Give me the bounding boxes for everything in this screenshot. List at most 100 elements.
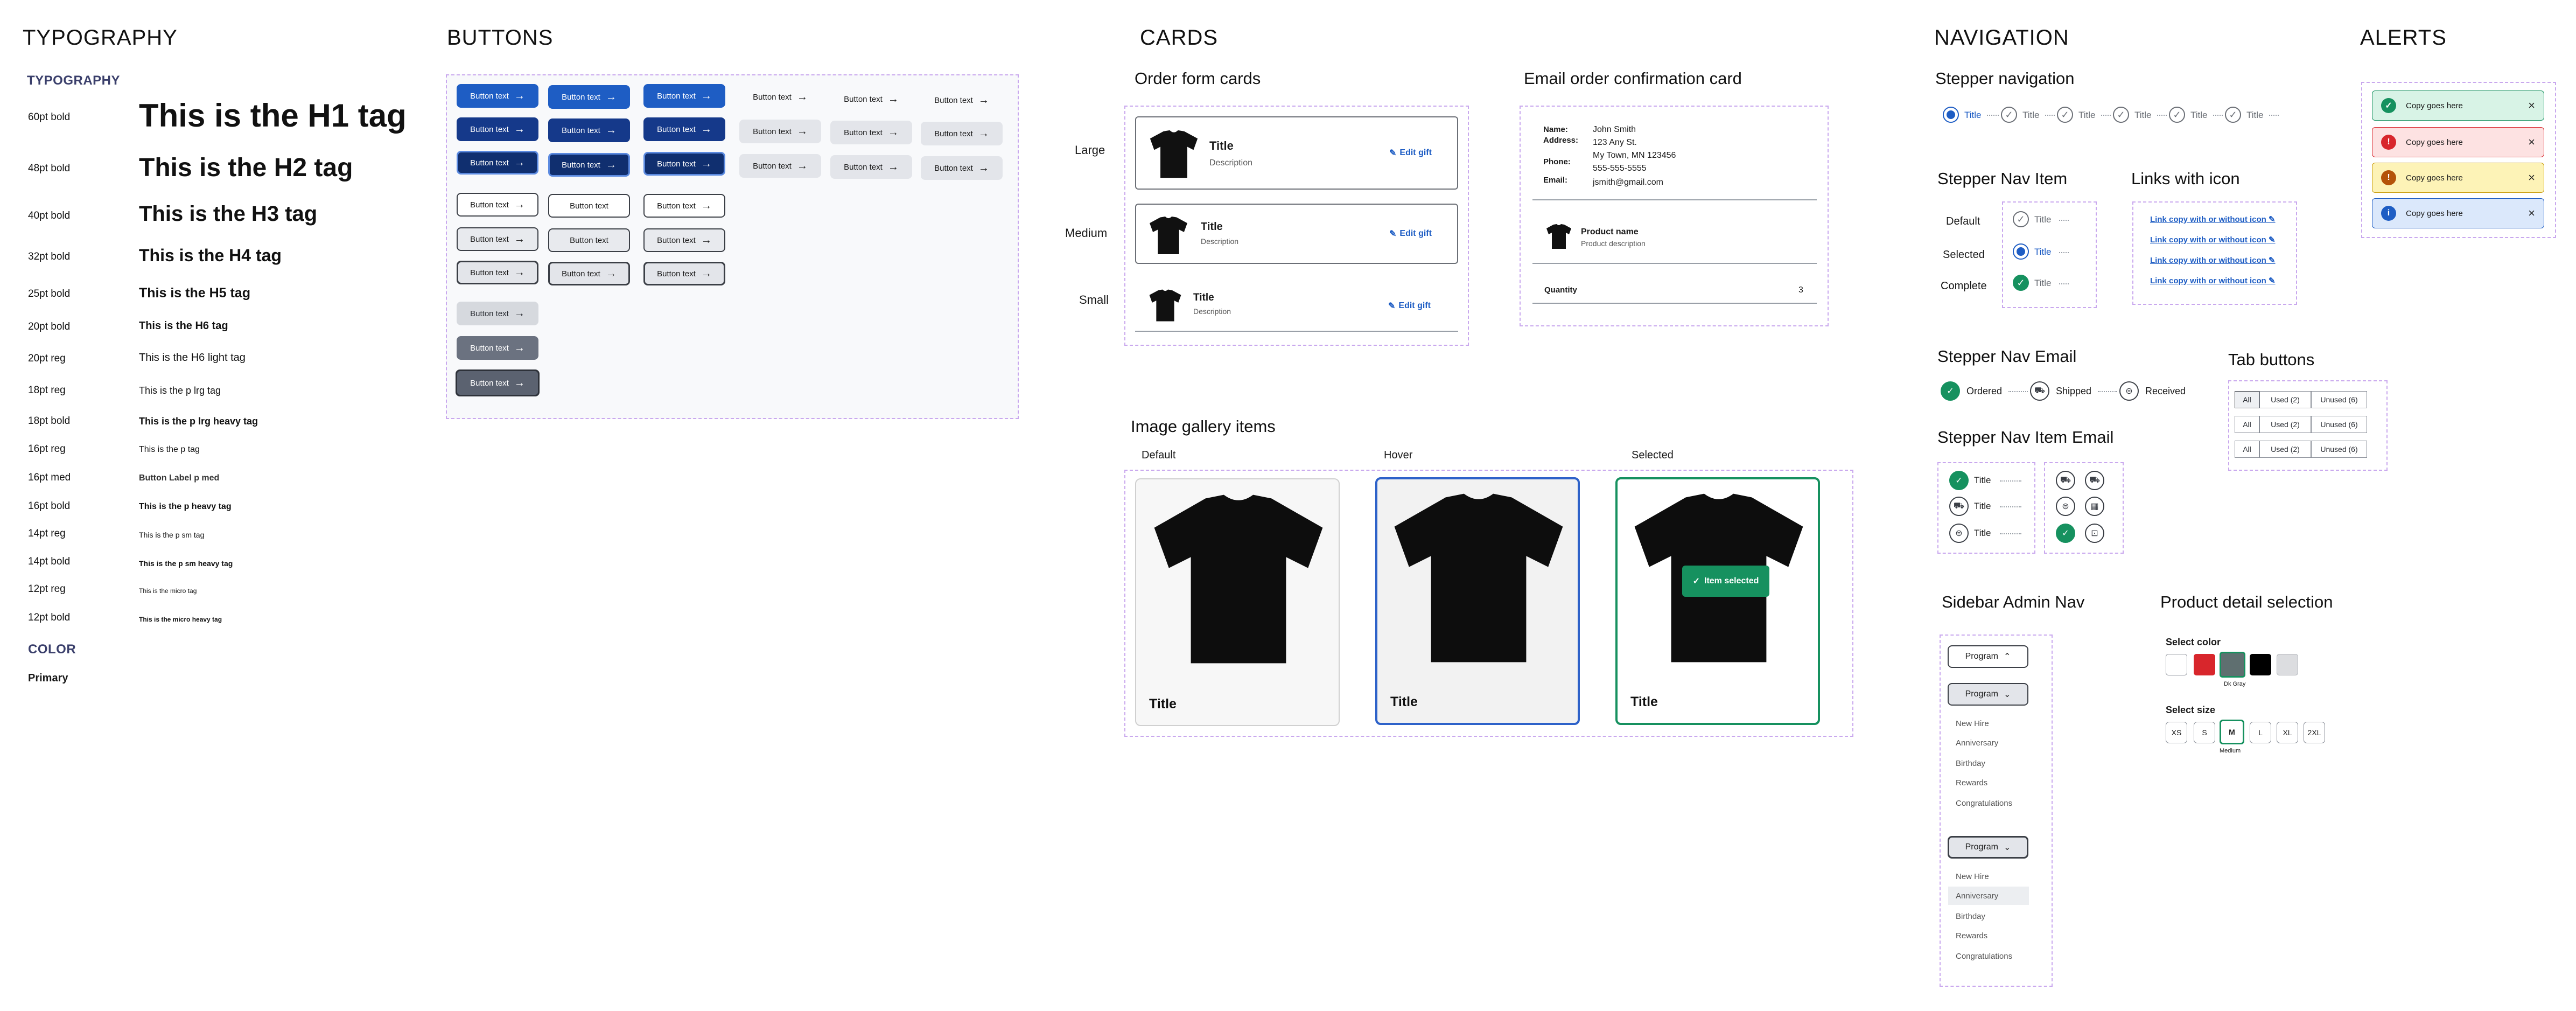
- outline-button-hover[interactable]: Button text: [548, 228, 630, 252]
- ghost-button-hover[interactable]: Button text →: [921, 122, 1003, 145]
- ordered-check-icon[interactable]: ✓: [1941, 381, 1960, 401]
- ghost-button[interactable]: Button text →: [921, 88, 1003, 112]
- gallery-item-selected[interactable]: ✓ Item selected Title: [1615, 477, 1820, 725]
- order-card-large[interactable]: Title Description ✎ Edit gift: [1135, 116, 1458, 190]
- color-swatch-white[interactable]: [2166, 654, 2187, 675]
- sidebar-item-anniversary[interactable]: Anniversary: [1948, 734, 2029, 752]
- outline-button[interactable]: Button text: [548, 194, 630, 218]
- link-with-icon[interactable]: Link copy with or without icon ✎: [2150, 255, 2276, 265]
- link-with-icon[interactable]: Link copy with or without icon ✎: [2150, 214, 2276, 224]
- outline-button-hover[interactable]: Button text →: [643, 228, 725, 252]
- gallery-item-hover[interactable]: Title: [1375, 477, 1580, 725]
- outline-button[interactable]: Button text →: [457, 193, 538, 217]
- ghost-button[interactable]: Button text →: [739, 85, 821, 109]
- size-s[interactable]: S: [2194, 722, 2215, 743]
- ghost-button-active[interactable]: Button text →: [830, 155, 912, 179]
- program-toggle-active[interactable]: Program ⌄: [1948, 836, 2028, 859]
- sidebar-item-new-hire[interactable]: New Hire: [1948, 867, 2029, 886]
- primary-button-active[interactable]: Button text →: [643, 152, 725, 176]
- truck-icon[interactable]: ⛟: [2056, 471, 2075, 490]
- gray-button-active[interactable]: Button text →: [456, 369, 540, 396]
- ghost-button-hover[interactable]: Button text →: [830, 121, 912, 144]
- size-m[interactable]: M: [2220, 720, 2244, 744]
- tab-unused[interactable]: Unused (6): [2311, 391, 2367, 408]
- package-icon[interactable]: ⊜: [1949, 524, 1969, 543]
- tab-used[interactable]: Used (2): [2259, 391, 2311, 408]
- primary-button[interactable]: Button text →: [548, 85, 630, 109]
- gift-icon[interactable]: ⊡: [2085, 524, 2104, 543]
- link-with-icon[interactable]: Link copy with or without icon ✎: [2150, 235, 2276, 245]
- outline-button-active[interactable]: Button text →: [643, 262, 725, 285]
- package-icon[interactable]: ⊜: [2056, 497, 2075, 516]
- nav-item-complete[interactable]: ✓: [2013, 275, 2029, 291]
- tab-all[interactable]: All: [2235, 391, 2259, 408]
- primary-button-active[interactable]: Button text →: [548, 153, 630, 177]
- primary-button-hover[interactable]: Button text →: [457, 117, 538, 141]
- ghost-button-active[interactable]: Button text →: [921, 156, 1003, 180]
- program-toggle-open[interactable]: Program ⌃: [1948, 645, 2028, 668]
- sidebar-item-rewards[interactable]: Rewards: [1948, 773, 2029, 792]
- step-default[interactable]: ✓: [2057, 107, 2073, 123]
- step-default[interactable]: ✓: [2225, 107, 2241, 123]
- size-xl[interactable]: XL: [2277, 722, 2298, 743]
- gray-button-hover[interactable]: Button text →: [457, 336, 538, 360]
- ghost-button-active[interactable]: Button text →: [739, 154, 821, 178]
- edit-gift-link[interactable]: ✎ Edit gift: [1389, 148, 1432, 158]
- truck-icon[interactable]: ⛟: [2030, 381, 2049, 401]
- close-icon[interactable]: ×: [2528, 206, 2535, 220]
- sidebar-item-congratulations[interactable]: Congratulations: [1948, 947, 2029, 965]
- gray-button[interactable]: Button text →: [457, 302, 538, 325]
- size-xs[interactable]: XS: [2166, 722, 2187, 743]
- step-default[interactable]: ✓: [2113, 107, 2129, 123]
- primary-button[interactable]: Button text →: [643, 84, 725, 108]
- outline-button-active[interactable]: Button text →: [457, 261, 538, 284]
- primary-button[interactable]: Button text →: [457, 84, 538, 108]
- outline-button-hover[interactable]: Button text →: [457, 227, 538, 251]
- outline-button-active[interactable]: Button text →: [548, 262, 630, 285]
- color-swatch-black[interactable]: [2250, 654, 2271, 675]
- tab-used[interactable]: Used (2): [2259, 441, 2311, 458]
- tab-unused[interactable]: Unused (6): [2311, 441, 2367, 458]
- order-card-small[interactable]: Title Description ✎ Edit gift: [1135, 280, 1458, 334]
- package-icon[interactable]: ⊜: [2119, 381, 2139, 401]
- step-default[interactable]: ✓: [2169, 107, 2185, 123]
- sidebar-item-birthday[interactable]: Birthday: [1948, 907, 2029, 925]
- truck-icon[interactable]: ⛟: [2085, 471, 2104, 490]
- color-swatch-dark-gray[interactable]: [2220, 652, 2245, 678]
- size-l[interactable]: L: [2250, 722, 2271, 743]
- tab-unused[interactable]: Unused (6): [2311, 416, 2367, 433]
- sidebar-item-congratulations[interactable]: Congratulations: [1948, 794, 2029, 812]
- check-icon[interactable]: ✓: [1949, 471, 1969, 490]
- nav-item-selected[interactable]: [2013, 243, 2029, 260]
- primary-button-hover[interactable]: Button text →: [548, 118, 630, 142]
- link-with-icon[interactable]: Link copy with or without icon ✎: [2150, 276, 2276, 285]
- sidebar-item-new-hire[interactable]: New Hire: [1948, 714, 2029, 733]
- sidebar-item-rewards[interactable]: Rewards: [1948, 926, 2029, 945]
- tab-all[interactable]: All: [2235, 441, 2259, 458]
- sidebar-item-anniversary[interactable]: Anniversary: [1948, 887, 2029, 905]
- close-icon[interactable]: ×: [2528, 135, 2535, 149]
- edit-gift-link[interactable]: ✎ Edit gift: [1389, 228, 1432, 239]
- close-icon[interactable]: ×: [2528, 99, 2535, 113]
- close-icon[interactable]: ×: [2528, 171, 2535, 185]
- calendar-icon[interactable]: ▦: [2085, 497, 2104, 516]
- gallery-item-default[interactable]: Title: [1135, 478, 1340, 726]
- primary-button-active[interactable]: Button text →: [457, 151, 538, 175]
- color-swatch-red[interactable]: [2194, 654, 2215, 675]
- sidebar-item-birthday[interactable]: Birthday: [1948, 754, 2029, 772]
- ghost-button-hover[interactable]: Button text →: [739, 120, 821, 143]
- nav-item-default[interactable]: ✓: [2013, 211, 2029, 227]
- check-icon[interactable]: ✓: [2056, 524, 2075, 543]
- tab-all[interactable]: All: [2235, 416, 2259, 433]
- program-toggle-expanded[interactable]: Program ⌄: [1948, 683, 2028, 706]
- edit-gift-link[interactable]: ✎ Edit gift: [1388, 301, 1431, 311]
- color-swatch-light-gray[interactable]: [2277, 654, 2298, 675]
- truck-icon[interactable]: ⛟: [1949, 497, 1969, 516]
- ghost-button[interactable]: Button text →: [830, 87, 912, 111]
- size-2xl[interactable]: 2XL: [2304, 722, 2325, 743]
- step-default[interactable]: ✓: [2001, 107, 2017, 123]
- step-selected[interactable]: [1943, 107, 1959, 123]
- primary-button-hover[interactable]: Button text →: [643, 117, 725, 141]
- tab-used[interactable]: Used (2): [2259, 416, 2311, 433]
- order-card-medium[interactable]: Title Description ✎ Edit gift: [1135, 204, 1458, 264]
